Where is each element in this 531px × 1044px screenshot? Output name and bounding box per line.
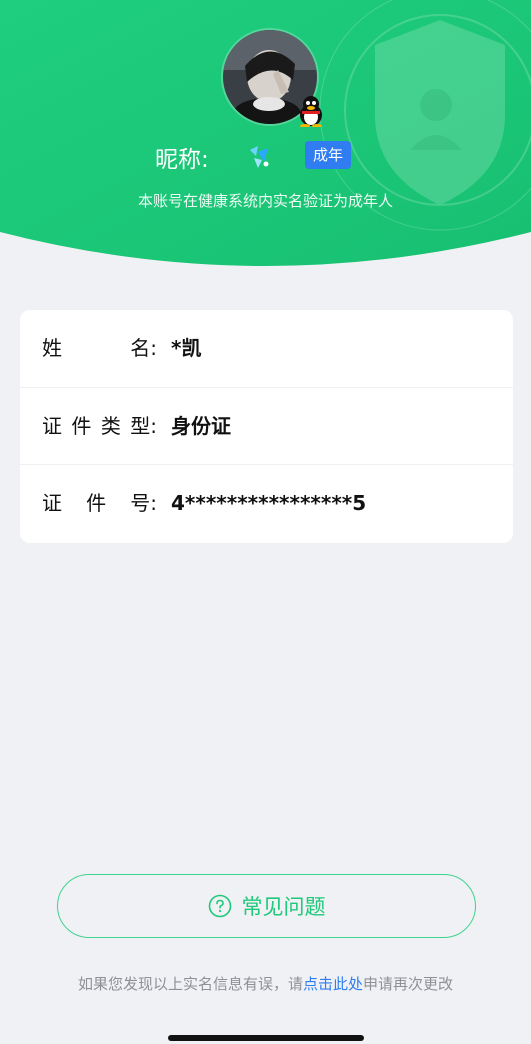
id-type-value: 身份证: [171, 414, 231, 438]
info-row-name: 姓 名: *凯: [20, 310, 513, 387]
verification-note: 本账号在健康系统内实名验证为成年人: [137, 192, 393, 210]
adult-status-badge: 成年: [305, 141, 352, 169]
info-row-id-type: 证 件 类 型: 身份证: [20, 387, 513, 464]
correction-note-suffix: 申请再次更改: [363, 975, 454, 993]
profile-header: 昵称: 成年 本账号在健康系统内实名验证为成年人: [0, 0, 531, 280]
home-indicator[interactable]: [168, 1035, 364, 1041]
id-type-label: 证 件 类 型:: [42, 388, 157, 465]
id-number-value: 4****************5: [171, 491, 367, 515]
qq-penguin-icon: [300, 96, 322, 127]
label-char: 型:: [130, 414, 157, 438]
label-char: 号:: [130, 491, 157, 515]
faq-button[interactable]: 常见问题: [57, 874, 476, 938]
label-char: 名:: [130, 336, 157, 360]
nickname-label: 昵称:: [155, 147, 209, 173]
name-label: 姓 名:: [42, 310, 157, 387]
label-char: 类: [100, 414, 121, 438]
label-char: 姓: [42, 336, 62, 360]
question-circle-icon: [208, 894, 231, 918]
info-row-id-number: 证 件 号: 4****************5: [20, 464, 513, 541]
label-char: 证: [42, 414, 62, 438]
correction-note-prefix: 如果您发现以上实名信息有误，请: [77, 975, 303, 993]
label-char: 件: [86, 491, 107, 515]
label-char: 证: [42, 491, 62, 515]
faq-label: 常见问题: [241, 895, 326, 919]
click-here-link[interactable]: 点击此处: [303, 975, 363, 993]
name-value: *凯: [171, 336, 202, 360]
id-number-label: 证 件 号:: [42, 465, 157, 542]
correction-note: 如果您发现以上实名信息有误，请点击此处申请再次更改: [0, 973, 531, 994]
nickname-row: 昵称: 成年: [0, 138, 531, 174]
label-char: 件: [71, 414, 92, 438]
identity-info-card: 姓 名: *凯 证 件 类 型: 身份证 证 件 号: 4***********…: [20, 310, 513, 543]
nickname-emoji-icon: [250, 146, 269, 168]
